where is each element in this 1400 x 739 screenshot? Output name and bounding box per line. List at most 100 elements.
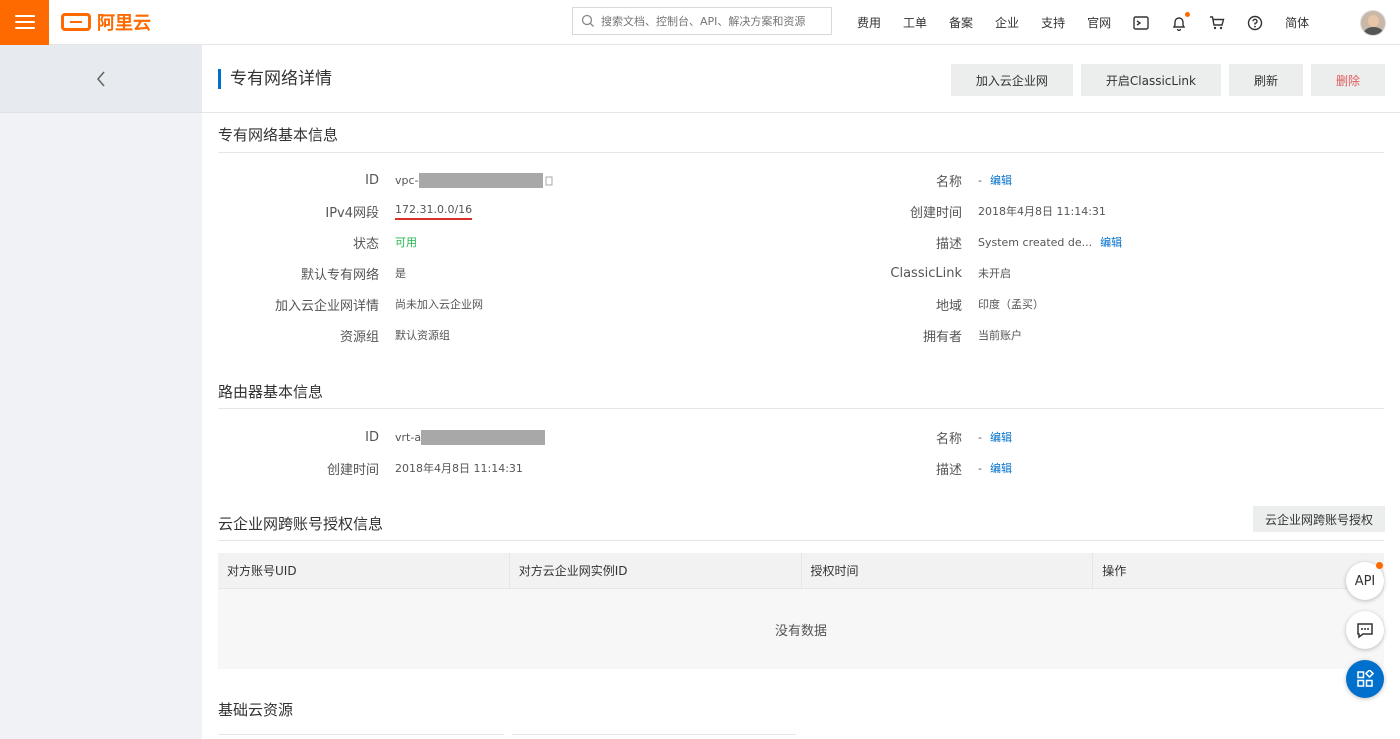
label: 地域 bbox=[935, 298, 962, 314]
empty-state: 没有数据 bbox=[218, 589, 1384, 669]
enable-classiclink-button[interactable]: 开启ClassicLink bbox=[1080, 64, 1221, 96]
menu-button[interactable] bbox=[0, 0, 49, 45]
nav-enterprise[interactable]: 企业 bbox=[995, 14, 1019, 31]
top-bar: 阿里云 费用 工单 备案 企业 支持 官网 简体 bbox=[0, 0, 1400, 45]
nav-official-site[interactable]: 官网 bbox=[1087, 14, 1111, 31]
search-icon bbox=[581, 14, 594, 27]
chat-button[interactable] bbox=[1346, 611, 1384, 649]
divider bbox=[218, 540, 1384, 541]
router-name-row: 名称 - 编辑 bbox=[802, 427, 1012, 447]
label: 资源组 bbox=[339, 329, 379, 345]
cart-icon[interactable] bbox=[1209, 15, 1225, 31]
classiclink-row: ClassicLink 未开启 bbox=[802, 263, 1011, 283]
bell-icon[interactable] bbox=[1171, 11, 1191, 31]
label: 默认专有网络 bbox=[300, 267, 379, 283]
edit-router-description-link[interactable]: 编辑 bbox=[990, 460, 1012, 476]
terminal-icon[interactable] bbox=[1133, 15, 1149, 31]
router-created-row: 创建时间 2018年4月8日 11:14:31 bbox=[202, 458, 523, 478]
sidebar bbox=[0, 45, 202, 739]
refresh-button[interactable]: 刷新 bbox=[1228, 64, 1303, 96]
apps-button[interactable] bbox=[1346, 660, 1384, 698]
column-header: 对方账号UID bbox=[218, 553, 510, 588]
cen-auth-table: 对方账号UID 对方云企业网实例ID 授权时间 操作 没有数据 bbox=[218, 553, 1384, 669]
back-button[interactable] bbox=[0, 45, 202, 113]
menu-icon bbox=[14, 15, 35, 17]
edit-name-link[interactable]: 编辑 bbox=[990, 172, 1012, 188]
join-cen-button[interactable]: 加入云企业网 bbox=[950, 64, 1073, 96]
chevron-left-icon bbox=[96, 70, 105, 87]
divider bbox=[218, 408, 1384, 409]
label: 加入云企业网详情 bbox=[274, 298, 379, 314]
default-vpc-value: 是 bbox=[395, 267, 406, 280]
search-input[interactable] bbox=[601, 14, 821, 28]
section-title-router: 路由器基本信息 bbox=[218, 383, 324, 401]
status-value: 可用 bbox=[395, 236, 417, 249]
label: ID bbox=[365, 172, 379, 188]
nav-tickets[interactable]: 工单 bbox=[903, 14, 927, 31]
logo[interactable]: 阿里云 bbox=[61, 9, 151, 35]
redacted-mask bbox=[421, 429, 546, 445]
router-name-value: - bbox=[978, 430, 982, 444]
divider bbox=[512, 734, 796, 735]
divider bbox=[218, 152, 1384, 153]
help-icon[interactable] bbox=[1247, 15, 1263, 31]
resource-group-value: 默认资源组 bbox=[395, 329, 450, 342]
label: 描述 bbox=[935, 236, 962, 252]
nav-fees[interactable]: 费用 bbox=[857, 14, 881, 31]
column-header: 对方云企业网实例ID bbox=[510, 553, 802, 588]
owner-row: 拥有者 当前账户 bbox=[802, 325, 1022, 345]
main-content: 专有网络详情 加入云企业网 开启ClassicLink 刷新 删除 专有网络基本… bbox=[202, 45, 1400, 739]
column-header: 授权时间 bbox=[802, 553, 1094, 588]
router-id-row: ID vrt-a bbox=[202, 427, 546, 447]
notification-dot bbox=[1376, 562, 1383, 569]
page-title: 专有网络详情 bbox=[218, 69, 332, 89]
label: 名称 bbox=[935, 431, 962, 447]
cen-detail-row: 加入云企业网详情 尚未加入云企业网 bbox=[202, 294, 483, 314]
nav-support[interactable]: 支持 bbox=[1041, 14, 1065, 31]
section-title-cen-auth: 云企业网跨账号授权信息 bbox=[218, 515, 384, 533]
owner-value: 当前账户 bbox=[978, 329, 1022, 342]
edit-router-name-link[interactable]: 编辑 bbox=[990, 429, 1012, 445]
region-row: 地域 印度（孟买） bbox=[802, 294, 1044, 314]
top-nav: 费用 工单 备案 企业 支持 官网 简体 bbox=[846, 0, 1320, 45]
copy-icon[interactable] bbox=[545, 175, 554, 186]
ipv4-value: 172.31.0.0/16 bbox=[395, 203, 473, 220]
column-header: 操作 bbox=[1102, 564, 1127, 578]
divider bbox=[218, 734, 504, 735]
resource-group-row: 资源组 默认资源组 bbox=[202, 325, 450, 345]
router-description-row: 描述 - 编辑 bbox=[802, 458, 1012, 478]
table-header: 对方账号UID 对方云企业网实例ID 授权时间 操作 bbox=[218, 553, 1384, 589]
search-box[interactable] bbox=[572, 7, 832, 35]
api-button[interactable]: API bbox=[1346, 562, 1384, 600]
name-value: - bbox=[978, 173, 982, 187]
description-row: 描述 System created de... 编辑 bbox=[802, 232, 1122, 252]
router-created-value: 2018年4月8日 11:14:31 bbox=[395, 462, 523, 475]
nav-icp[interactable]: 备案 bbox=[949, 14, 973, 31]
api-label: API bbox=[1354, 573, 1376, 589]
created-value: 2018年4月8日 11:14:31 bbox=[978, 205, 1106, 218]
label: 创建时间 bbox=[326, 462, 379, 478]
apps-icon bbox=[1357, 670, 1374, 687]
edit-description-link[interactable]: 编辑 bbox=[1100, 234, 1122, 250]
delete-button[interactable]: 删除 bbox=[1310, 64, 1385, 96]
avatar[interactable] bbox=[1360, 10, 1386, 36]
label: ID bbox=[365, 429, 379, 445]
label: 拥有者 bbox=[922, 329, 962, 345]
label: 状态 bbox=[352, 236, 379, 252]
cen-auth-button[interactable]: 云企业网跨账号授权 bbox=[1252, 506, 1385, 532]
status-row: 状态 可用 bbox=[202, 232, 417, 252]
aliyun-logo-icon bbox=[61, 13, 91, 31]
classiclink-value: 未开启 bbox=[978, 267, 1011, 280]
section-title-basic-resources: 基础云资源 bbox=[218, 701, 294, 719]
label: IPv4网段 bbox=[325, 205, 379, 221]
vpc-id-row: ID vpc- bbox=[202, 170, 554, 190]
chat-icon bbox=[1357, 623, 1373, 639]
language-switch[interactable]: 简体 bbox=[1285, 14, 1309, 31]
vpc-id-value: vpc- bbox=[395, 173, 419, 187]
page-header: 专有网络详情 加入云企业网 开启ClassicLink 刷新 删除 bbox=[202, 45, 1400, 113]
label: ClassicLink bbox=[890, 265, 962, 281]
ipv4-row: IPv4网段 172.31.0.0/16 bbox=[202, 201, 473, 221]
label: 创建时间 bbox=[909, 205, 962, 221]
name-row: 名称 - 编辑 bbox=[802, 170, 1012, 190]
brand-name: 阿里云 bbox=[97, 13, 151, 34]
